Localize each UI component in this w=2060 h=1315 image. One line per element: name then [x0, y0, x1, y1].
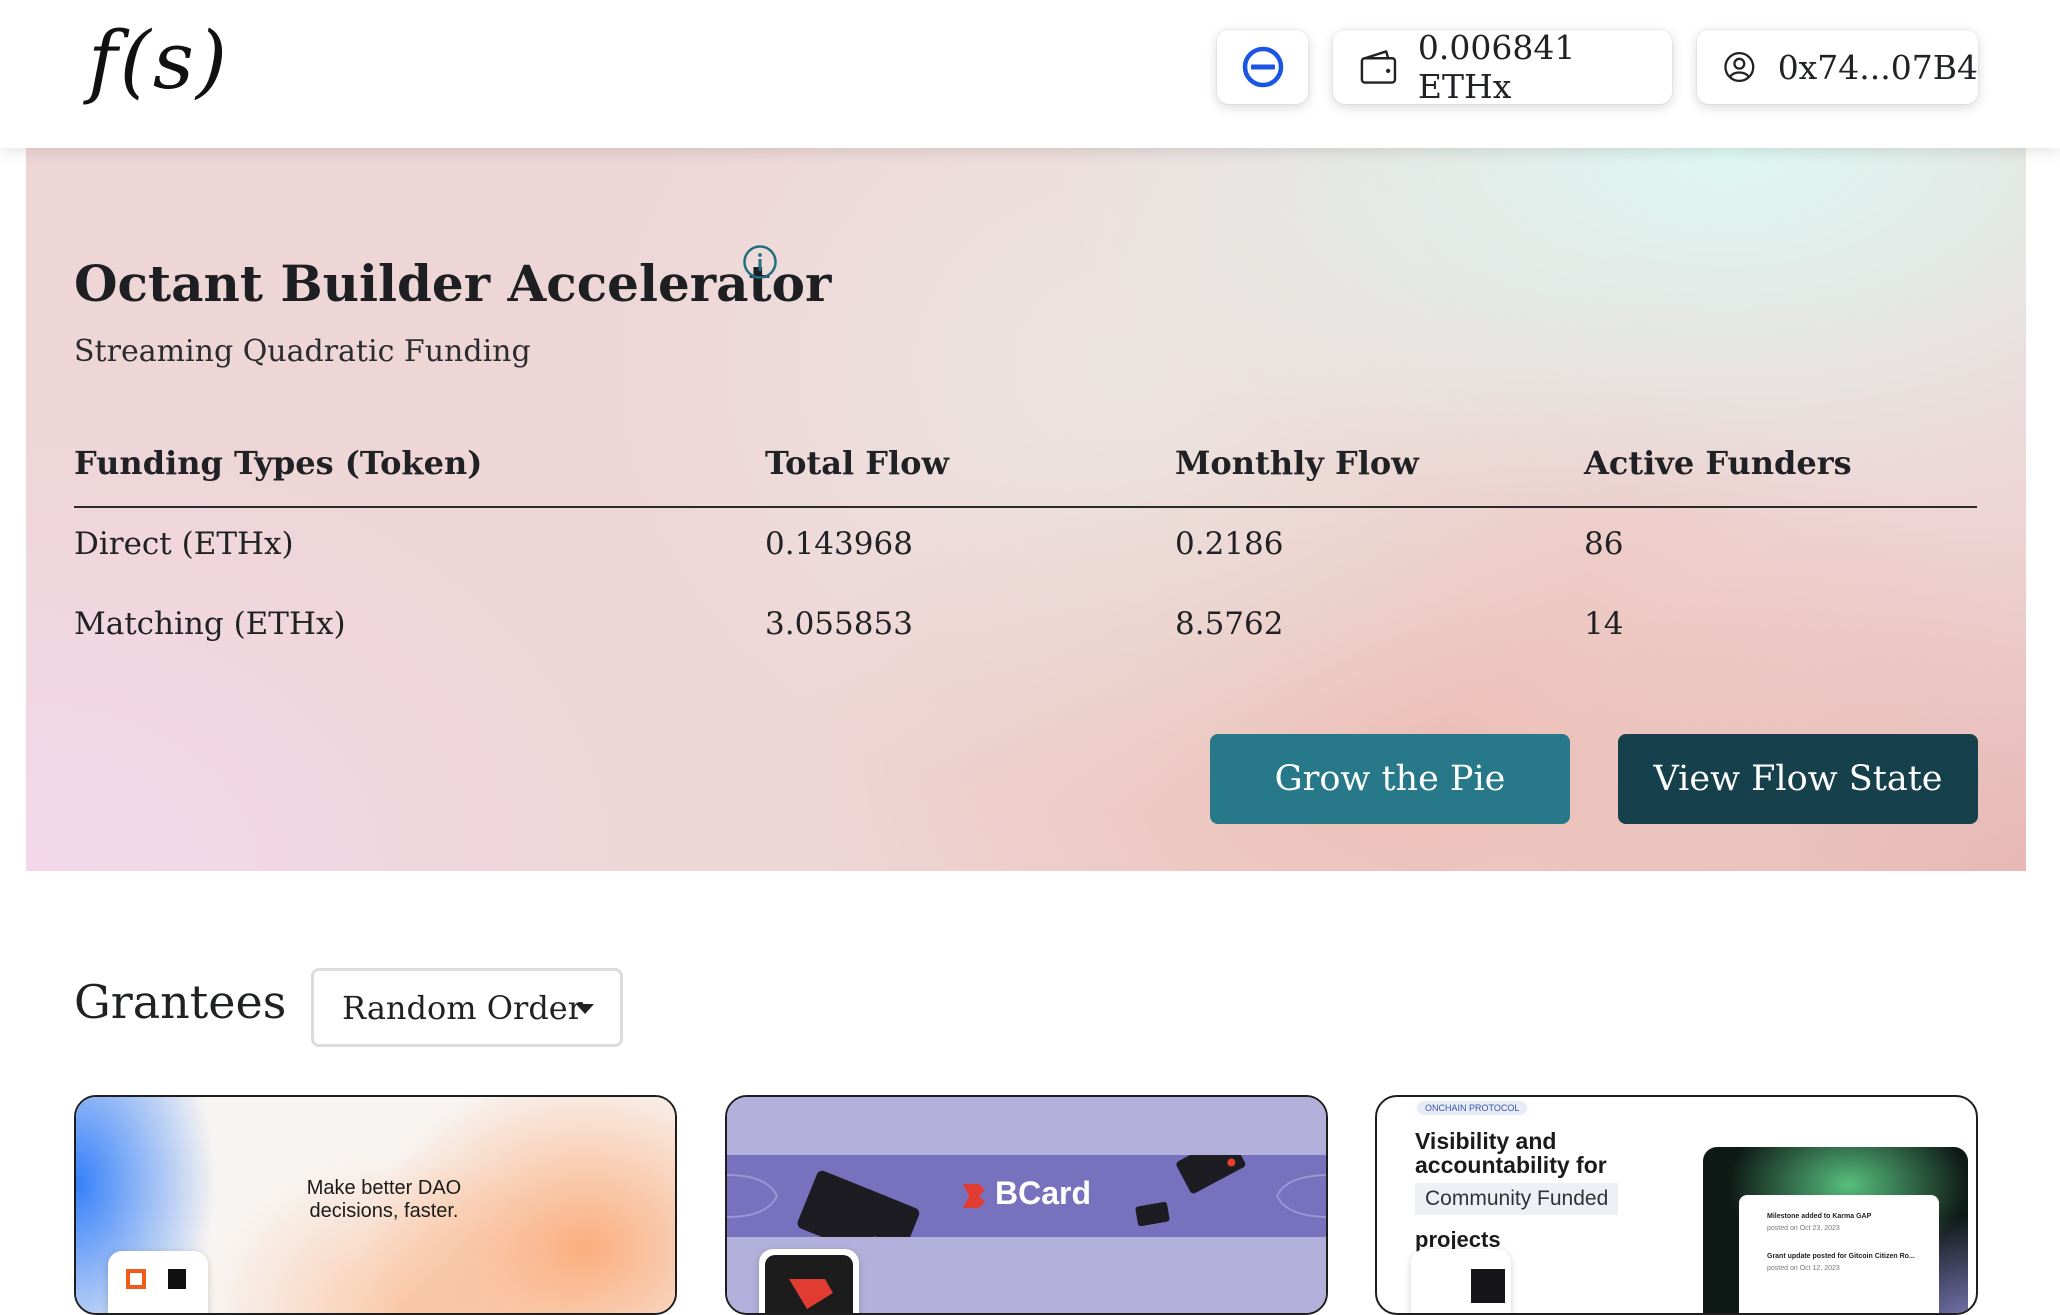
grantees-heading: Grantees: [74, 975, 287, 1029]
feed-item-meta: posted on Oct 23, 2023: [1767, 1225, 1840, 1232]
project-logo-icon: [1471, 1269, 1505, 1303]
card-banner-heading: Visibility and accountability for: [1415, 1128, 1607, 1178]
chevron-down-icon: [576, 1004, 594, 1014]
feed-item-meta: posted on Oct 12, 2023: [1767, 1265, 1840, 1272]
wallet-balance-button[interactable]: 0.006841 ETHx: [1333, 28, 1672, 106]
grantee-card[interactable]: Make better DAO decisions, faster.: [74, 1095, 677, 1315]
table-row: Direct (ETHx) 0.143968 0.2186 86: [74, 508, 1977, 588]
project-logo-icon: [765, 1255, 853, 1313]
feed-item: Milestone added to Karma GAP: [1767, 1213, 1872, 1220]
grow-the-pie-button[interactable]: Grow the Pie: [1210, 734, 1570, 824]
card-banner-text: BCard: [995, 1175, 1092, 1211]
grantee-card[interactable]: ONCHAIN PROTOCOL Visibility and accounta…: [1375, 1095, 1978, 1315]
card-banner-chip: Community Funded: [1415, 1183, 1619, 1215]
pool-title: Octant Builder Accelerator: [74, 254, 832, 313]
funding-table-header: Funding Types (Token) Total Flow Monthly…: [74, 444, 1977, 508]
pool-hero: Octant Builder Accelerator Streaming Qua…: [26, 148, 2026, 871]
sort-order-select[interactable]: Random Order: [311, 968, 623, 1047]
sort-order-value: Random Order: [342, 988, 584, 1027]
table-cell: 14: [1584, 606, 1624, 642]
table-cell: 8.5762: [1175, 606, 1284, 642]
project-logo: [1411, 1249, 1511, 1313]
app-logo[interactable]: f(s): [88, 14, 229, 107]
project-logo-icon: [126, 1269, 186, 1289]
table-cell: 0.143968: [765, 526, 913, 562]
info-icon[interactable]: [742, 244, 778, 280]
grantee-card[interactable]: BCard: [725, 1095, 1328, 1315]
user-icon: [1724, 51, 1755, 83]
funding-table: Funding Types (Token) Total Flow Monthly…: [74, 444, 1977, 668]
wallet-balance: 0.006841 ETHx: [1417, 28, 1576, 106]
column-header: Monthly Flow: [1175, 444, 1419, 482]
table-cell: 0.2186: [1175, 526, 1284, 562]
account-address: 0x74...07B4: [1777, 47, 1978, 87]
table-cell: Direct (ETHx): [74, 526, 294, 562]
column-header: Active Funders: [1584, 444, 1852, 482]
activity-panel: Milestone added to Karma GAP posted on O…: [1739, 1195, 1939, 1313]
top-header: f(s) 0.006841 ETHx 0x74...07B4: [0, 0, 2060, 148]
pool-subtitle: Streaming Quadratic Funding: [74, 334, 531, 369]
project-logo: [108, 1251, 208, 1313]
table-row: Matching (ETHx) 3.055853 8.5762 14: [74, 588, 1977, 668]
wallet-icon: [1360, 50, 1397, 84]
feed-item: Grant update posted for Gitcoin Citizen …: [1767, 1253, 1915, 1260]
table-cell: Matching (ETHx): [74, 606, 346, 642]
table-cell: 86: [1584, 526, 1624, 562]
view-flow-state-button[interactable]: View Flow State: [1618, 734, 1978, 824]
column-header: Funding Types (Token): [74, 444, 483, 482]
column-header: Total Flow: [765, 444, 950, 482]
card-banner-image: Milestone added to Karma GAP posted on O…: [1703, 1147, 1968, 1313]
project-logo: [759, 1249, 859, 1313]
card-badge: ONCHAIN PROTOCOL: [1417, 1101, 1528, 1115]
card-banner-text: Make better DAO decisions, faster.: [306, 1177, 462, 1222]
table-cell: 3.055853: [765, 606, 913, 642]
network-icon: [1242, 46, 1283, 88]
account-button[interactable]: 0x74...07B4: [1697, 30, 1978, 104]
network-button[interactable]: [1217, 30, 1308, 104]
